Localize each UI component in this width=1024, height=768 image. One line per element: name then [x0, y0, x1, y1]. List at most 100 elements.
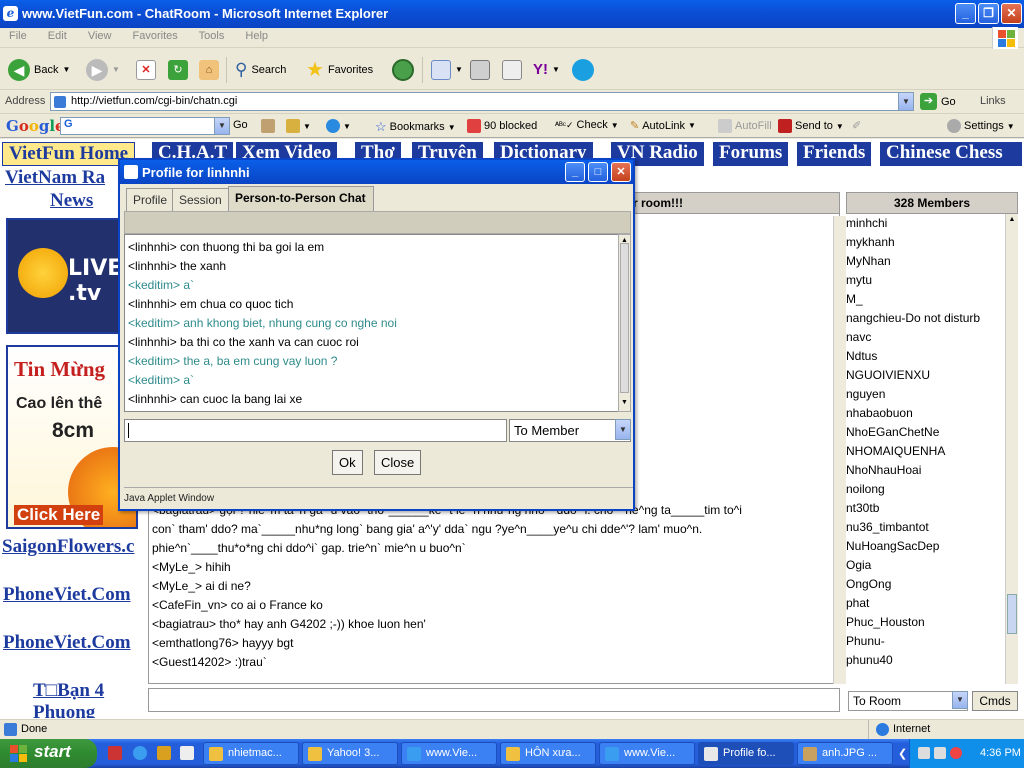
room-select[interactable]: To Room ▼: [848, 691, 968, 711]
recipient-select[interactable]: To Member ▼: [509, 419, 631, 442]
google-chat-button[interactable]: ▼: [326, 119, 351, 133]
nav-tab-chess[interactable]: Chinese Chess: [880, 142, 1022, 166]
skype-button[interactable]: [572, 57, 594, 82]
favorites-button[interactable]: ★ Favorites: [306, 57, 373, 82]
dialog-close-text-button[interactable]: Close: [374, 450, 422, 475]
dialog-minimize-button[interactable]: _: [565, 162, 585, 182]
bookmarks-button[interactable]: ☆ Bookmarks ▼: [375, 119, 456, 135]
member-list-item[interactable]: nu36_timbantot: [846, 518, 1006, 537]
taskbar-item[interactable]: nhietmac...: [203, 742, 299, 765]
quicklaunch-icon-1[interactable]: [108, 746, 122, 760]
dialog-title-bar[interactable]: Profile for linhnhi _ □ ✕: [120, 160, 633, 184]
member-list-item[interactable]: NHOMAIQUENHA: [846, 442, 1006, 461]
tab-person-to-person-chat[interactable]: Person-to-Person Chat: [228, 186, 374, 211]
stop-button[interactable]: ✕: [136, 57, 156, 82]
link-saigonflowers[interactable]: SaigonFlowers.c: [2, 536, 134, 558]
link-phoneviet-1[interactable]: PhoneViet.Com: [3, 584, 131, 606]
member-list-item[interactable]: mytu: [846, 271, 1006, 290]
quicklaunch-ie-icon[interactable]: [133, 746, 147, 760]
member-list-item[interactable]: nangchieu-Do not disturb: [846, 309, 1006, 328]
tab-profile[interactable]: Profile: [126, 188, 175, 211]
mail-button[interactable]: ▼: [431, 57, 463, 82]
history-button[interactable]: [392, 57, 414, 82]
edit-button[interactable]: [502, 57, 522, 82]
member-list-item[interactable]: nhabaobuon: [846, 404, 1006, 423]
member-list-item[interactable]: OngOng: [846, 575, 1006, 594]
restore-button[interactable]: ❐: [978, 3, 999, 24]
autolink-button[interactable]: ✎ AutoLink ▼: [630, 119, 696, 133]
minimize-button[interactable]: _: [955, 3, 976, 24]
tray-icon-3[interactable]: [950, 747, 962, 759]
member-list-item[interactable]: minhchi: [846, 214, 1006, 233]
taskbar-item[interactable]: anh.JPG ...: [797, 742, 893, 765]
menu-edit[interactable]: Edit: [48, 30, 67, 42]
nav-tab-friends[interactable]: Friends: [797, 142, 872, 166]
member-list-item[interactable]: Ndtus: [846, 347, 1006, 366]
yahoo-button[interactable]: Y! ▼: [533, 57, 560, 82]
dialog-close-button[interactable]: ✕: [611, 162, 631, 182]
google-puzzle-button[interactable]: ▼: [286, 119, 311, 133]
refresh-button[interactable]: ↻: [168, 57, 188, 82]
google-news-button[interactable]: [261, 119, 275, 133]
link-phoneviet-2[interactable]: PhoneViet.Com: [3, 632, 131, 654]
google-search-input[interactable]: G ▼: [60, 117, 230, 135]
menu-view[interactable]: View: [88, 30, 112, 42]
member-list-item[interactable]: M_: [846, 290, 1006, 309]
member-list-item[interactable]: NGUOIVIENXU: [846, 366, 1006, 385]
menu-file[interactable]: File: [9, 30, 27, 42]
member-list-item[interactable]: Phuc_Houston: [846, 613, 1006, 632]
start-button[interactable]: start: [0, 739, 97, 768]
go-button[interactable]: ➔ Go: [920, 93, 956, 110]
tray-icon-1[interactable]: [918, 747, 930, 759]
address-input[interactable]: http://vietfun.com/cgi-bin/chatn.cgi ▼: [50, 92, 914, 111]
tray-expand-icon[interactable]: ❮: [898, 747, 907, 760]
google-dropdown-icon[interactable]: ▼: [214, 117, 230, 135]
nav-tab-home[interactable]: VietFun Home: [2, 142, 136, 166]
tab-session[interactable]: Session: [172, 188, 229, 211]
home-button[interactable]: ⌂: [199, 57, 219, 82]
popup-blocker-button[interactable]: 90 blocked: [467, 119, 537, 133]
taskbar-item[interactable]: HÔN xưa...: [500, 742, 596, 765]
chat-scrollbar[interactable]: [833, 216, 846, 684]
ad-click-here[interactable]: Click Here: [14, 505, 104, 525]
member-list-item[interactable]: NuHoangSacDep: [846, 537, 1006, 556]
member-list-item[interactable]: phunu40: [846, 651, 1006, 670]
chat-message-input[interactable]: [148, 688, 840, 712]
ok-button[interactable]: Ok: [332, 450, 363, 475]
window-title-bar[interactable]: e www.VietFun.com - ChatRoom - Microsoft…: [0, 0, 1024, 28]
link-ban4[interactable]: T□Bạn 4: [33, 680, 104, 702]
member-list-item[interactable]: navc: [846, 328, 1006, 347]
taskbar-item[interactable]: Yahoo! 3...: [302, 742, 398, 765]
members-list[interactable]: minhchi mykhanh MyNhan mytu M_ nangchieu-Do n…: [846, 214, 1006, 684]
dialog-maximize-button[interactable]: □: [588, 162, 608, 182]
link-phuong[interactable]: Phuong: [33, 702, 95, 718]
menu-help[interactable]: Help: [245, 30, 268, 42]
cmds-button[interactable]: Cmds: [972, 691, 1018, 711]
member-list-item[interactable]: Ogia: [846, 556, 1006, 575]
profile-dialog[interactable]: Profile for linhnhi _ □ ✕ Profile Sessio…: [118, 158, 635, 511]
highlight-button[interactable]: ✐: [852, 119, 861, 132]
private-chat-scrollbar[interactable]: ▲ ▼: [618, 234, 631, 412]
member-list-item[interactable]: NhoEGanChetNe: [846, 423, 1006, 442]
member-list-item[interactable]: NhoNhauHoai: [846, 461, 1006, 480]
taskbar-item[interactable]: www.Vie...: [599, 742, 695, 765]
member-list-item[interactable]: Phunu-: [846, 632, 1006, 651]
address-dropdown-icon[interactable]: ▼: [898, 92, 914, 111]
quicklaunch-icon-3[interactable]: [157, 746, 171, 760]
nav-tab-forums[interactable]: Forums: [713, 142, 789, 166]
clock[interactable]: 4:36 PM: [980, 747, 1021, 759]
menu-tools[interactable]: Tools: [199, 30, 225, 42]
forward-button[interactable]: ▶ ▼: [86, 57, 120, 82]
quicklaunch-icon-4[interactable]: [180, 746, 194, 760]
link-vietnam-radio[interactable]: VietNam Ra: [5, 167, 105, 189]
autofill-button[interactable]: AutoFill: [718, 119, 772, 133]
member-list-item[interactable]: nguyen: [846, 385, 1006, 404]
google-go-button[interactable]: Go: [233, 119, 248, 131]
private-message-input[interactable]: [124, 419, 507, 442]
links-button[interactable]: Links: [980, 95, 1006, 107]
taskbar-item[interactable]: www.Vie...: [401, 742, 497, 765]
spellcheck-button[interactable]: ᴬᴮᶜ✓ Check ▼: [555, 119, 619, 131]
member-list-item[interactable]: noilong: [846, 480, 1006, 499]
tray-icon-2[interactable]: [934, 747, 946, 759]
close-button[interactable]: ✕: [1001, 3, 1022, 24]
